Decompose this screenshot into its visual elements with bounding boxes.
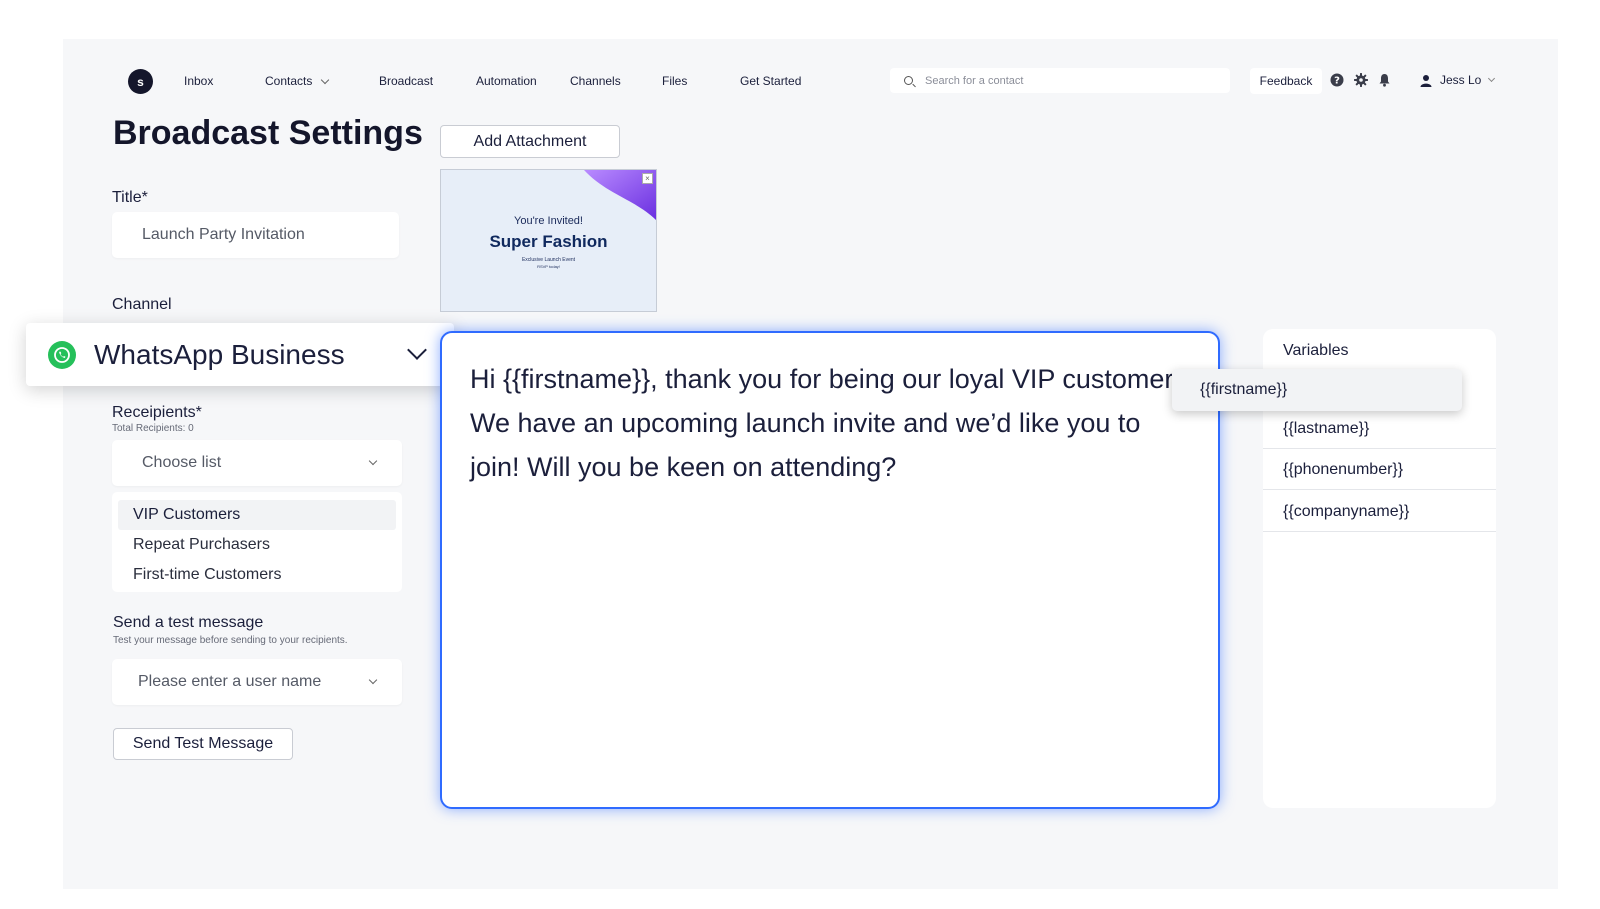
list-option-vip-customers[interactable]: VIP Customers bbox=[118, 500, 396, 530]
message-editor[interactable]: Hi {{firstname}}, thank you for being ou… bbox=[440, 331, 1220, 809]
nav-broadcast[interactable]: Broadcast bbox=[379, 74, 433, 88]
attachment-title: Super Fashion bbox=[489, 232, 608, 251]
variables-title: Variables bbox=[1283, 342, 1349, 359]
page-title: Broadcast Settings bbox=[113, 114, 423, 152]
test-user-select[interactable]: Please enter a user name bbox=[112, 659, 402, 705]
list-option-first-time-customers[interactable]: First-time Customers bbox=[118, 560, 396, 590]
title-input[interactable]: Launch Party Invitation bbox=[112, 212, 399, 258]
chevron-down-icon bbox=[407, 340, 427, 360]
feedback-button[interactable]: Feedback bbox=[1250, 68, 1322, 94]
search-icon bbox=[904, 76, 913, 85]
choose-list-select[interactable]: Choose list bbox=[112, 440, 402, 486]
title-label: Title* bbox=[112, 189, 148, 206]
attachment-subtitle: Exclusive Launch Event bbox=[521, 257, 576, 263]
chevron-down-icon bbox=[368, 456, 378, 466]
svg-text:?: ? bbox=[1334, 76, 1340, 87]
chevron-down-icon bbox=[321, 75, 330, 85]
recipient-list-dropdown: VIP Customers Repeat Purchasers First-ti… bbox=[112, 492, 402, 592]
attachment-subtitle-2: RSVP today! bbox=[537, 264, 560, 269]
contact-search-input[interactable]: Search for a contact bbox=[890, 68, 1230, 93]
nav-automation[interactable]: Automation bbox=[476, 74, 537, 88]
user-menu[interactable]: Jess Lo bbox=[1420, 73, 1496, 87]
nav-contacts[interactable]: Contacts bbox=[265, 74, 330, 88]
nav-contacts-label: Contacts bbox=[265, 74, 313, 88]
variable-firstname-dragging[interactable]: {{firstname}} bbox=[1172, 369, 1462, 411]
recipients-total: Total Recipients: 0 bbox=[112, 423, 194, 434]
help-icon[interactable]: ? bbox=[1330, 73, 1344, 87]
recipients-label: Receipients* bbox=[112, 404, 202, 421]
test-message-hint: Test your message before sending to your… bbox=[113, 635, 348, 646]
channel-value: WhatsApp Business bbox=[94, 338, 345, 370]
nav-files[interactable]: Files bbox=[662, 74, 687, 88]
chevron-down-icon bbox=[1488, 74, 1496, 82]
variable-companyname[interactable]: {{companyname}} bbox=[1263, 492, 1496, 532]
channel-label: Channel bbox=[112, 296, 172, 313]
channel-select[interactable]: WhatsApp Business bbox=[26, 323, 454, 386]
nav-get-started[interactable]: Get Started bbox=[740, 74, 801, 88]
remove-attachment-button[interactable]: × bbox=[642, 173, 653, 184]
message-text[interactable]: Hi {{firstname}}, thank you for being ou… bbox=[470, 357, 1190, 489]
nav-inbox[interactable]: Inbox bbox=[184, 74, 213, 88]
variable-lastname[interactable]: {{lastname}} bbox=[1263, 409, 1496, 449]
chevron-down-icon bbox=[368, 675, 378, 685]
whatsapp-icon bbox=[48, 340, 76, 369]
variable-phonenumber[interactable]: {{phonenumber}} bbox=[1263, 450, 1496, 490]
user-avatar-icon bbox=[1420, 74, 1432, 87]
add-attachment-button[interactable]: Add Attachment bbox=[440, 125, 620, 158]
settings-gear-icon[interactable] bbox=[1354, 73, 1368, 87]
test-message-label: Send a test message bbox=[113, 614, 264, 631]
nav-channels[interactable]: Channels bbox=[570, 74, 621, 88]
notification-bell-icon[interactable] bbox=[1377, 73, 1391, 87]
send-test-message-button[interactable]: Send Test Message bbox=[113, 728, 293, 760]
test-user-placeholder: Please enter a user name bbox=[138, 673, 322, 690]
attachment-invited-text: You're Invited! bbox=[514, 215, 583, 227]
app-logo[interactable]: s bbox=[128, 69, 153, 94]
choose-list-placeholder: Choose list bbox=[142, 454, 222, 471]
user-name: Jess Lo bbox=[1440, 73, 1482, 87]
list-option-repeat-purchasers[interactable]: Repeat Purchasers bbox=[118, 530, 396, 560]
attachment-preview[interactable]: × You're Invited! Super Fashion Exclusiv… bbox=[440, 169, 657, 312]
search-placeholder: Search for a contact bbox=[925, 74, 1024, 87]
